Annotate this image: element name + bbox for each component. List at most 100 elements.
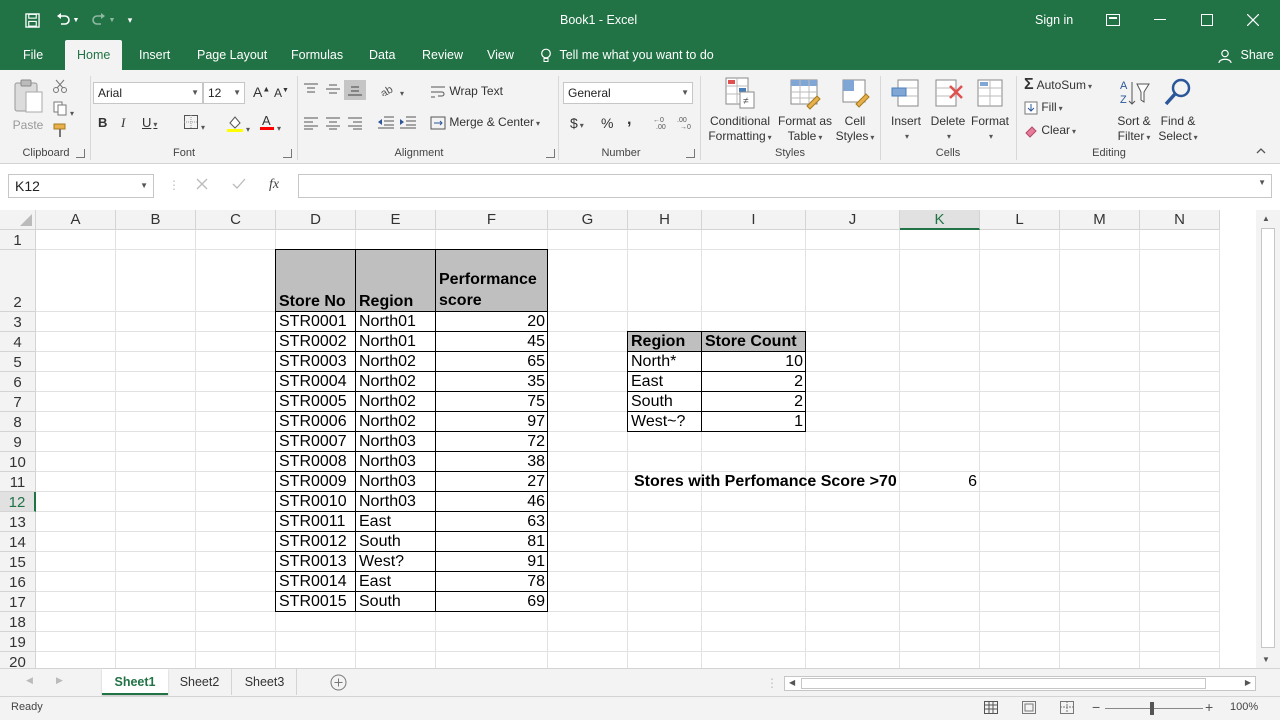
tell-me-search[interactable]: Tell me what you want to do: [540, 40, 714, 70]
increase-indent-icon[interactable]: [399, 115, 417, 132]
top-align-icon[interactable]: [303, 82, 319, 99]
zoom-out-icon[interactable]: −: [1092, 699, 1100, 715]
font-size-select[interactable]: 12 ▼: [203, 82, 245, 104]
table1-score-cell[interactable]: 46: [436, 492, 548, 511]
conditional-formatting-button[interactable]: ≠ Conditional Formatting ▾: [704, 76, 776, 145]
row-header-3[interactable]: 3: [0, 312, 36, 332]
name-box[interactable]: K12 ▼: [8, 174, 154, 198]
customize-qat-icon[interactable]: ▾: [122, 8, 138, 32]
cancel-entry-icon[interactable]: [196, 178, 208, 193]
row-header-15[interactable]: 15: [0, 552, 36, 572]
delete-cells-button[interactable]: Delete ▾: [928, 76, 968, 144]
column-header-f[interactable]: F: [436, 210, 548, 230]
sheet-tab-sheet2[interactable]: Sheet2: [168, 669, 232, 695]
row-header-18[interactable]: 18: [0, 612, 36, 632]
orientation-icon[interactable]: ab ▾: [379, 82, 404, 101]
zoom-in-icon[interactable]: +: [1205, 699, 1213, 715]
number-format-select[interactable]: General ▼: [563, 82, 693, 104]
increase-decimal-icon[interactable]: ←0.00: [653, 115, 671, 132]
number-launcher-icon[interactable]: [686, 149, 695, 158]
scroll-left-icon[interactable]: ◀: [789, 678, 795, 687]
page-layout-view-icon[interactable]: [1022, 701, 1036, 717]
font-launcher-icon[interactable]: [283, 149, 292, 158]
format-cells-button[interactable]: Format ▾: [968, 76, 1012, 144]
summary-label-cell[interactable]: Stores with Perfomance Score >70: [628, 472, 900, 491]
row-header-8[interactable]: 8: [0, 412, 36, 432]
alignment-launcher-icon[interactable]: [546, 149, 555, 158]
table1-score-cell[interactable]: 91: [436, 552, 548, 571]
paste-button[interactable]: Paste: [8, 78, 48, 133]
column-header-g[interactable]: G: [548, 210, 628, 230]
table1-region-cell[interactable]: North03: [356, 472, 436, 491]
fill-button[interactable]: Fill ▾: [1024, 100, 1063, 115]
horizontal-scroll-thumb[interactable]: [801, 678, 1206, 689]
table2-count-cell[interactable]: 2: [702, 372, 806, 391]
bottom-align-icon[interactable]: [344, 80, 366, 100]
column-header-n[interactable]: N: [1140, 210, 1220, 230]
decrease-indent-icon[interactable]: [377, 115, 395, 132]
normal-view-icon[interactable]: [984, 701, 998, 717]
column-header-j[interactable]: J: [806, 210, 900, 230]
table1-store-no-cell[interactable]: STR0013: [276, 552, 356, 571]
new-sheet-icon[interactable]: [330, 674, 347, 694]
formula-bar-resize-handle[interactable]: ⋮: [168, 178, 180, 192]
row-header-9[interactable]: 9: [0, 432, 36, 452]
table1-region-cell[interactable]: North01: [356, 332, 436, 351]
tab-split-handle[interactable]: ⋮: [766, 676, 778, 690]
table1-store-no-cell[interactable]: STR0004: [276, 372, 356, 391]
select-all-corner[interactable]: [0, 210, 36, 230]
row-header-5[interactable]: 5: [0, 352, 36, 372]
scroll-down-icon[interactable]: ▼: [1262, 655, 1270, 664]
table1-score-cell[interactable]: 75: [436, 392, 548, 411]
table2-region-cell[interactable]: North*: [628, 352, 702, 371]
formula-input[interactable]: ▼: [298, 174, 1272, 198]
format-painter-icon[interactable]: [52, 122, 68, 141]
middle-align-icon[interactable]: [325, 82, 341, 99]
expand-formula-bar-icon[interactable]: ▼: [1258, 178, 1266, 187]
table1-region-cell[interactable]: North03: [356, 492, 436, 511]
table1-score-cell[interactable]: 72: [436, 432, 548, 451]
table1-region-cell[interactable]: South: [356, 592, 436, 611]
table2-region-cell[interactable]: West~?: [628, 412, 702, 431]
fill-color-icon[interactable]: ▾: [226, 114, 250, 135]
table1-store-no-cell[interactable]: STR0003: [276, 352, 356, 371]
cut-icon[interactable]: [52, 78, 68, 97]
vertical-scroll-thumb[interactable]: [1261, 228, 1275, 648]
table1-score-cell[interactable]: 35: [436, 372, 548, 391]
table1-store-no-cell[interactable]: STR0014: [276, 572, 356, 591]
scroll-right-icon[interactable]: ▶: [1245, 678, 1251, 687]
sheet-tab-sheet3[interactable]: Sheet3: [233, 669, 297, 695]
name-box-dropdown-icon[interactable]: ▼: [140, 175, 148, 197]
table1-store-no-cell[interactable]: STR0015: [276, 592, 356, 611]
vertical-scrollbar[interactable]: ▲ ▼: [1256, 210, 1280, 668]
column-header-a[interactable]: A: [36, 210, 116, 230]
tab-home[interactable]: Home: [65, 40, 123, 70]
table1-store-no-cell[interactable]: STR0012: [276, 532, 356, 551]
table1-store-no-cell[interactable]: STR0005: [276, 392, 356, 411]
column-header-h[interactable]: H: [628, 210, 702, 230]
table2-header-store-count[interactable]: Store Count: [702, 332, 806, 351]
tab-file[interactable]: File: [23, 40, 43, 70]
zoom-level[interactable]: 100%: [1230, 701, 1258, 713]
undo-icon[interactable]: ▼: [52, 8, 82, 32]
zoom-slider-thumb[interactable]: [1150, 702, 1154, 715]
tab-insert[interactable]: Insert: [139, 40, 170, 70]
table1-store-no-cell[interactable]: STR0011: [276, 512, 356, 531]
cell-styles-button[interactable]: Cell Styles ▾: [834, 76, 876, 145]
sign-in-link[interactable]: Sign in: [1035, 13, 1073, 27]
row-header-11[interactable]: 11: [0, 472, 36, 492]
table1-store-no-cell[interactable]: STR0001: [276, 312, 356, 331]
confirm-entry-icon[interactable]: [232, 178, 246, 193]
save-icon[interactable]: [20, 8, 44, 32]
increase-font-size-icon[interactable]: A▲: [253, 84, 270, 100]
table1-store-no-cell[interactable]: STR0006: [276, 412, 356, 431]
table1-score-cell[interactable]: 78: [436, 572, 548, 591]
column-header-e[interactable]: E: [356, 210, 436, 230]
page-break-preview-icon[interactable]: [1060, 701, 1074, 717]
row-header-19[interactable]: 19: [0, 632, 36, 652]
table1-store-no-cell[interactable]: STR0010: [276, 492, 356, 511]
align-left-icon[interactable]: [303, 116, 319, 133]
row-header-14[interactable]: 14: [0, 532, 36, 552]
row-header-13[interactable]: 13: [0, 512, 36, 532]
table2-count-cell[interactable]: 2: [702, 392, 806, 411]
